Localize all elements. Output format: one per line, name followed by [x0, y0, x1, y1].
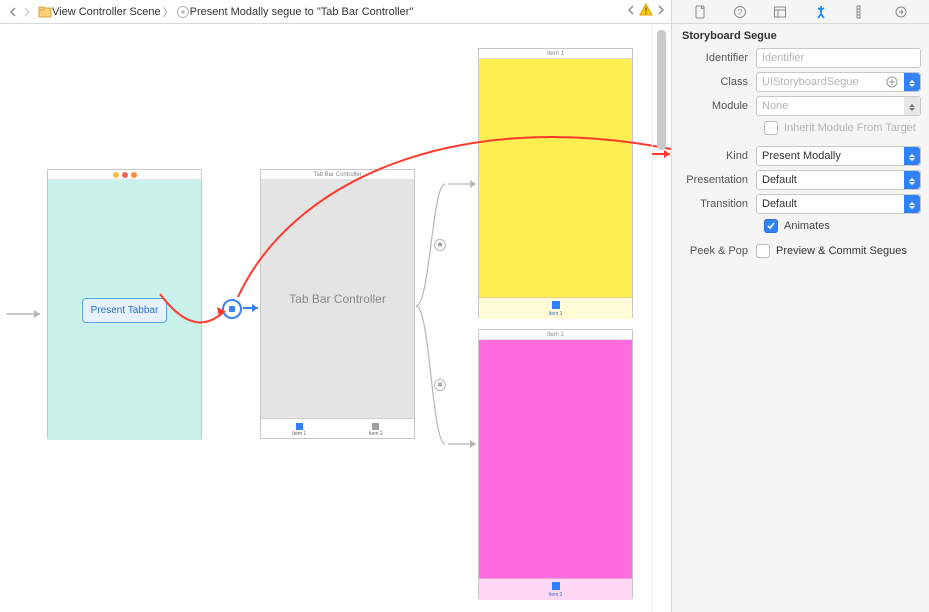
preview-commit-checkbox[interactable] — [756, 244, 770, 258]
identity-inspector-tab[interactable] — [769, 3, 791, 21]
relationship-segue-icon[interactable]: ✱ — [434, 379, 446, 391]
tab-item: Item 1 — [261, 419, 338, 440]
scene-title: Tab Bar Controller — [313, 170, 361, 180]
breadcrumb-segue[interactable]: Present Modally segue to "Tab Bar Contro… — [190, 6, 414, 18]
dot-icon — [113, 172, 119, 178]
tab-item-icon — [552, 582, 560, 590]
module-label: Module — [672, 100, 756, 112]
dot-icon — [122, 172, 128, 178]
kind-label: Kind — [672, 150, 756, 162]
transition-select[interactable]: Default — [756, 194, 921, 214]
segue-glyph-icon[interactable] — [222, 299, 242, 319]
class-label: Class — [672, 76, 756, 88]
transition-label: Transition — [672, 198, 756, 210]
preview-commit-label: Preview & Commit Segues — [776, 245, 907, 257]
view-controller-view: Present Tabbar — [48, 180, 201, 440]
segue-crumb-icon — [176, 5, 190, 19]
size-inspector-tab[interactable] — [850, 3, 872, 21]
item1-scene[interactable]: Item 1 Item 1 — [478, 48, 633, 318]
present-tabbar-button[interactable]: Present Tabbar — [82, 298, 168, 323]
scrollbar-thumb[interactable] — [657, 30, 666, 150]
tab-item-label: Item 2 — [369, 431, 383, 437]
peek-pop-label: Peek & Pop — [672, 245, 756, 257]
relationship-segue-icon[interactable]: ✱ — [434, 239, 446, 251]
scene-title: Item 1 — [547, 49, 564, 59]
svg-text:?: ? — [738, 8, 743, 17]
tab-bar-controller-scene[interactable]: Tab Bar Controller Tab Bar Controller It… — [260, 169, 415, 439]
file-inspector-tab[interactable] — [689, 3, 711, 21]
scene-folder-icon — [38, 5, 52, 19]
storyboard-canvas[interactable]: Present Tabbar Tab Bar Controller Tab Ba… — [0, 24, 652, 612]
tab-item-label: Item 1 — [549, 311, 563, 317]
tab-item: Item 2 — [338, 419, 415, 440]
nav-prev-issue-button[interactable] — [627, 5, 635, 18]
scene-header: Item 2 — [479, 330, 632, 340]
inspector-tabs: ? — [672, 0, 929, 24]
class-value-placeholder: UIStoryboardSegue — [762, 76, 859, 88]
identifier-field[interactable] — [756, 48, 921, 68]
class-clear-icon[interactable] — [884, 74, 900, 90]
presentation-label: Presentation — [672, 174, 756, 186]
tab-bar-preview: Item 2 — [479, 578, 632, 600]
presentation-select[interactable]: Default — [756, 170, 921, 190]
animates-label: Animates — [784, 220, 830, 232]
inherit-module-label: Inherit Module From Target — [784, 122, 916, 134]
tab-item-icon — [372, 423, 379, 430]
jump-bar: View Controller Scene 〉 Present Modally … — [0, 0, 671, 24]
nav-forward-button[interactable] — [20, 5, 34, 19]
inspector-panel: ? Storyboard Segue Identifier Class UISt… — [671, 0, 929, 612]
nav-next-issue-button[interactable] — [657, 5, 665, 18]
module-select[interactable]: None — [756, 96, 921, 116]
transition-value: Default — [762, 198, 797, 210]
scene-header: Tab Bar Controller — [261, 170, 414, 180]
kind-select[interactable]: Present Modally — [756, 146, 921, 166]
item1-view — [479, 59, 632, 297]
item2-view — [479, 340, 632, 578]
animates-checkbox[interactable] — [764, 219, 778, 233]
dot-icon — [131, 172, 137, 178]
scene-header: Item 1 — [479, 49, 632, 59]
breadcrumb-scene[interactable]: View Controller Scene — [52, 6, 161, 18]
tab-bar-preview: Item 1 — [479, 297, 632, 319]
help-inspector-tab[interactable]: ? — [729, 3, 751, 21]
tab-bar: Item 1 Item 2 — [261, 418, 414, 440]
view-controller-scene[interactable]: Present Tabbar — [47, 169, 202, 439]
identifier-label: Identifier — [672, 52, 756, 64]
kind-value: Present Modally — [762, 150, 841, 162]
inspector-section-title: Storyboard Segue — [672, 24, 929, 46]
attributes-inspector-tab[interactable] — [810, 3, 832, 21]
presentation-value: Default — [762, 174, 797, 186]
class-select[interactable]: UIStoryboardSegue — [756, 72, 921, 92]
warning-icon[interactable] — [639, 3, 653, 20]
module-value-placeholder: None — [762, 100, 788, 112]
scene-header — [48, 170, 201, 180]
canvas-scrollbar[interactable] — [652, 24, 671, 612]
initial-vc-arrow-icon — [6, 304, 46, 324]
item2-scene[interactable]: Item 2 Item 2 — [478, 329, 633, 599]
scene-title: Item 2 — [547, 330, 564, 340]
chevron-right-icon: 〉 — [163, 4, 174, 20]
tab-bar-controller-body: Tab Bar Controller — [261, 180, 414, 418]
connections-inspector-tab[interactable] — [890, 3, 912, 21]
tab-item-icon — [552, 301, 560, 309]
tab-item-label: Item 1 — [292, 431, 306, 437]
nav-back-button[interactable] — [6, 5, 20, 19]
tab-item-label: Item 2 — [549, 592, 563, 598]
inherit-module-checkbox[interactable] — [764, 121, 778, 135]
tab-item-icon — [296, 423, 303, 430]
